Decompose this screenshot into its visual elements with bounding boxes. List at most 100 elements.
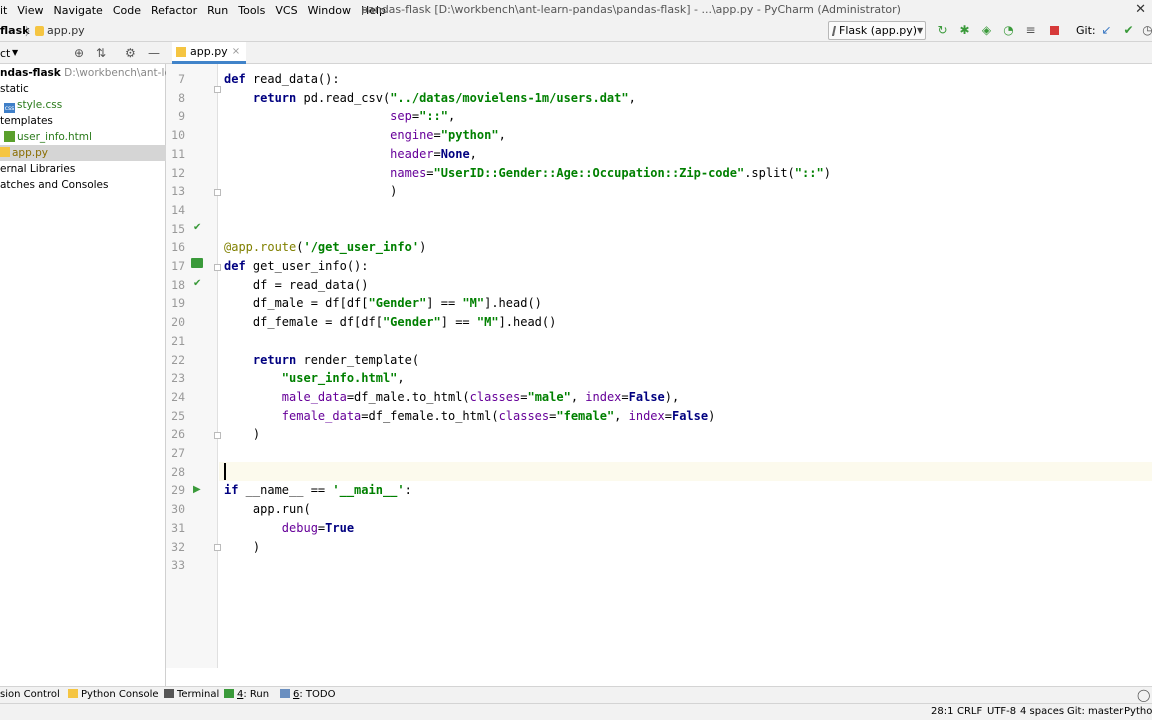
tool-python-console[interactable]: Python Console bbox=[68, 689, 159, 700]
code-line[interactable]: ) bbox=[224, 425, 260, 444]
flask-route-icon[interactable] bbox=[191, 257, 203, 276]
tree-item-external-libraries[interactable]: ernal Libraries bbox=[0, 161, 166, 177]
tool-version-control[interactable]: sion Control bbox=[0, 689, 60, 700]
line-number: 32 bbox=[171, 539, 185, 554]
menu-window[interactable]: Window bbox=[303, 4, 356, 17]
chevron-down-icon: ▼ bbox=[917, 26, 924, 35]
line-number: 11 bbox=[171, 146, 185, 161]
line-number: 24 bbox=[171, 389, 185, 404]
tree-item-style-css[interactable]: css style.css bbox=[0, 97, 166, 113]
code-line[interactable]: df_female = df[df["Gender"] == "M"].head… bbox=[224, 313, 556, 332]
tree-item-app-py[interactable]: app.py bbox=[0, 145, 166, 161]
tool-run[interactable]: 4: Run bbox=[224, 689, 269, 700]
menu-navigate[interactable]: Navigate bbox=[48, 4, 107, 17]
git-update-icon[interactable]: ↙ bbox=[1099, 23, 1114, 38]
code-line[interactable]: if __name__ == '__main__': bbox=[224, 481, 412, 500]
fold-marker-icon[interactable] bbox=[214, 432, 221, 439]
code-line[interactable]: engine="python", bbox=[224, 126, 506, 145]
code-line[interactable]: app.run( bbox=[224, 500, 311, 519]
line-number: 14 bbox=[171, 202, 185, 217]
fold-marker-icon[interactable] bbox=[214, 264, 221, 271]
event-log-icon[interactable]: ◯ bbox=[1137, 688, 1150, 702]
status-line-separator[interactable]: CRLF bbox=[957, 706, 982, 717]
code-line[interactable]: return render_template( bbox=[224, 351, 419, 370]
tree-item-scratches[interactable]: atches and Consoles bbox=[0, 177, 166, 193]
line-number: 23 bbox=[171, 371, 185, 386]
status-git-branch[interactable]: Git: master bbox=[1067, 706, 1123, 717]
python-console-icon bbox=[68, 689, 78, 698]
rerun-icon[interactable]: ↻ bbox=[935, 23, 950, 38]
code-line[interactable]: def get_user_info(): bbox=[224, 257, 369, 276]
tree-item-static[interactable]: static bbox=[0, 81, 166, 97]
code-line[interactable]: debug=True bbox=[224, 519, 354, 538]
project-panel-header: ct ▼ ⊕ ⇅ ⚙ — bbox=[0, 42, 166, 64]
code-line[interactable]: ) bbox=[224, 182, 397, 201]
line-number: 31 bbox=[171, 520, 185, 535]
git-label: Git: bbox=[1076, 24, 1096, 37]
stop-icon[interactable] bbox=[1047, 23, 1062, 38]
git-commit-check-icon[interactable]: ✔ bbox=[1121, 23, 1136, 38]
line-number: 9 bbox=[178, 109, 185, 124]
git-history-icon[interactable]: ◷ bbox=[1140, 23, 1152, 38]
locate-target-icon[interactable]: ⊕ bbox=[74, 46, 84, 60]
code-line[interactable]: names="UserID::Gender::Age::Occupation::… bbox=[224, 164, 831, 183]
python-file-icon bbox=[35, 26, 44, 36]
close-tab-icon[interactable]: × bbox=[232, 46, 240, 57]
debug-bug-icon[interactable]: ✱ bbox=[957, 23, 972, 38]
menu-tools[interactable]: Tools bbox=[233, 4, 270, 17]
menu-edit[interactable]: it bbox=[0, 4, 12, 17]
menu-code[interactable]: Code bbox=[108, 4, 146, 17]
tree-item-templates[interactable]: templates bbox=[0, 113, 166, 129]
line-number: 19 bbox=[171, 296, 185, 311]
tree-item-project-root[interactable]: ndas-flask D:\workbench\ant-learn-p bbox=[0, 65, 166, 81]
python-file-icon bbox=[0, 147, 10, 157]
status-interpreter[interactable]: Pytho bbox=[1124, 706, 1152, 717]
tree-item-label: app.py bbox=[12, 147, 48, 159]
code-line[interactable]: return pd.read_csv("../datas/movielens-1… bbox=[224, 89, 636, 108]
build-icon[interactable]: ≡ bbox=[1023, 23, 1038, 38]
run-gutter-icon[interactable]: ▶ bbox=[193, 481, 201, 500]
breadcrumb-file[interactable]: app.py bbox=[47, 24, 85, 37]
status-indent[interactable]: 4 spaces bbox=[1020, 706, 1064, 717]
terminal-icon bbox=[164, 689, 174, 698]
code-line[interactable]: sep="::", bbox=[224, 107, 455, 126]
tool-terminal[interactable]: Terminal bbox=[164, 689, 219, 700]
code-line[interactable]: df = read_data() bbox=[224, 276, 369, 295]
css-file-icon: css bbox=[4, 103, 15, 113]
code-line[interactable]: ) bbox=[224, 538, 260, 557]
menu-refactor[interactable]: Refactor bbox=[146, 4, 202, 17]
code-line[interactable]: df_male = df[df["Gender"] == "M"].head() bbox=[224, 294, 542, 313]
project-view-title[interactable]: ct bbox=[0, 47, 10, 60]
code-line[interactable]: def read_data(): bbox=[224, 70, 340, 89]
hide-minus-icon[interactable]: — bbox=[148, 46, 160, 60]
code-editor[interactable]: def read_data(): return pd.read_csv("../… bbox=[224, 70, 1152, 670]
code-line[interactable]: @app.route('/get_user_info') bbox=[224, 238, 426, 257]
tool-todo[interactable]: 6: TODO bbox=[280, 689, 335, 700]
code-line[interactable]: female_data=df_female.to_html(classes="f… bbox=[224, 407, 716, 426]
code-line[interactable]: "user_info.html", bbox=[224, 369, 405, 388]
tree-item-label: static bbox=[0, 83, 29, 95]
fold-marker-icon[interactable] bbox=[214, 544, 221, 551]
line-number: 8 bbox=[178, 90, 185, 105]
tree-item-user-info-html[interactable]: user_info.html bbox=[0, 129, 166, 145]
fold-marker-icon[interactable] bbox=[214, 86, 221, 93]
run-configuration-select[interactable]: Flask (app.py) ▼ bbox=[828, 21, 926, 40]
gear-icon[interactable]: ⚙ bbox=[125, 46, 136, 60]
fold-marker-icon[interactable] bbox=[214, 189, 221, 196]
close-window-icon[interactable]: ✕ bbox=[1135, 2, 1146, 17]
status-caret-position[interactable]: 28:1 bbox=[931, 706, 953, 717]
chevron-down-icon[interactable]: ▼ bbox=[12, 48, 18, 57]
menu-run[interactable]: Run bbox=[202, 4, 233, 17]
code-line[interactable]: male_data=df_male.to_html(classes="male"… bbox=[224, 388, 679, 407]
menu-vcs[interactable]: VCS bbox=[270, 4, 302, 17]
code-line[interactable]: header=None, bbox=[224, 145, 477, 164]
line-number: 22 bbox=[171, 352, 185, 367]
status-encoding[interactable]: UTF-8 bbox=[987, 706, 1016, 717]
tab-app-py[interactable]: app.py × bbox=[172, 42, 247, 64]
coverage-shield-icon[interactable]: ◈ bbox=[979, 23, 994, 38]
collapse-all-icon[interactable]: ⇅ bbox=[96, 46, 106, 60]
tree-item-label: atches and Consoles bbox=[0, 179, 109, 191]
profile-icon[interactable]: ◔ bbox=[1001, 23, 1016, 38]
flask-config-icon bbox=[831, 25, 837, 36]
menu-view[interactable]: View bbox=[12, 4, 48, 17]
